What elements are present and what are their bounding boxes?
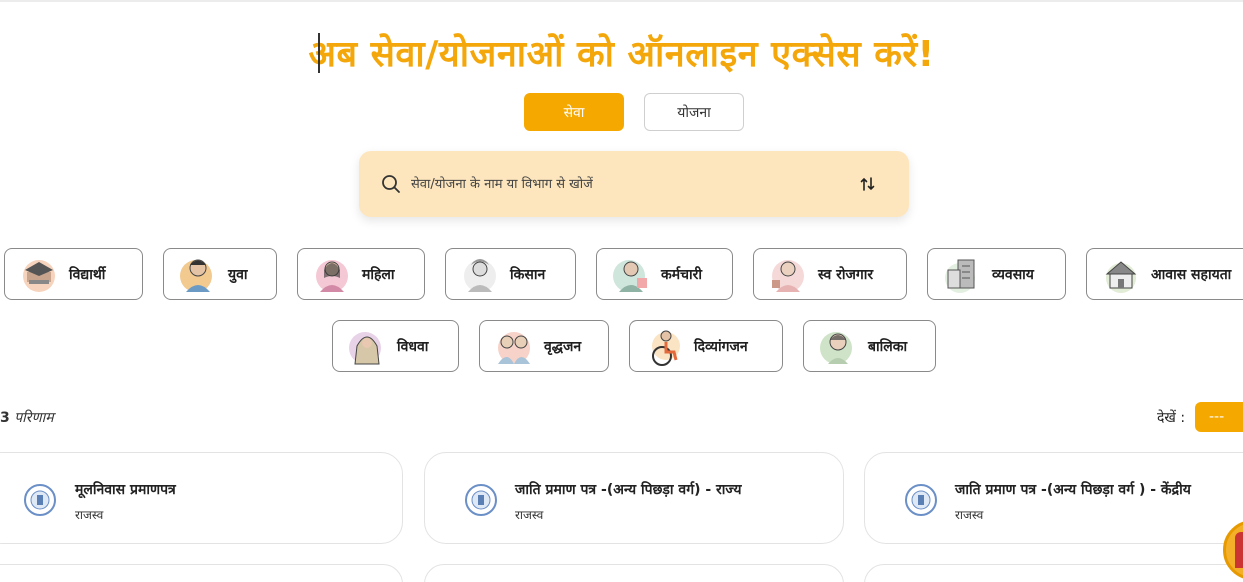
category-farmer[interactable]: किसान — [445, 248, 576, 300]
category-label: बालिका — [868, 338, 908, 355]
result-card[interactable] — [864, 564, 1243, 582]
text-caret — [318, 33, 320, 73]
result-card[interactable] — [0, 564, 403, 582]
farmer-icon — [464, 259, 496, 292]
tab-yojana[interactable]: योजना — [644, 93, 744, 131]
department-emblem-icon — [24, 484, 56, 516]
category-label: विद्यार्थी — [69, 266, 106, 283]
category-label: कर्मचारी — [661, 266, 702, 283]
category-girl-child[interactable]: बालिका — [803, 320, 936, 372]
result-card[interactable]: मूलनिवास प्रमाणपत्र राजस्व — [0, 452, 403, 544]
category-label: स्व रोजगार — [818, 266, 874, 283]
category-self-employment[interactable]: स्व रोजगार — [753, 248, 907, 300]
girl-child-icon — [820, 332, 852, 364]
category-label: आवास सहायता — [1151, 266, 1232, 283]
card-title: जाति प्रमाण पत्र -(अन्य पिछड़ा वर्ग ) - … — [955, 482, 1191, 498]
widow-icon — [349, 332, 381, 365]
card-title: जाति प्रमाण पत्र -(अन्य पिछड़ा वर्ग) - र… — [515, 482, 742, 498]
card-department: राजस्व — [955, 508, 984, 522]
category-label: वृद्धजन — [544, 338, 582, 355]
search-icon[interactable] — [381, 174, 401, 194]
results-count-number: 3 — [0, 410, 10, 426]
department-emblem-icon — [905, 484, 937, 516]
category-youth[interactable]: युवा — [163, 248, 277, 300]
chatbot-icon — [1235, 532, 1243, 568]
student-icon — [23, 260, 55, 292]
card-department: राजस्व — [75, 508, 104, 522]
category-student[interactable]: विद्यार्थी — [4, 248, 143, 300]
department-emblem-icon — [465, 484, 497, 516]
category-business[interactable]: व्यवसाय — [927, 248, 1066, 300]
result-card[interactable]: जाति प्रमाण पत्र -(अन्य पिछड़ा वर्ग) - र… — [424, 452, 844, 544]
elderly-icon — [498, 332, 530, 364]
woman-icon — [316, 260, 348, 292]
category-label: व्यवसाय — [992, 266, 1034, 283]
result-card[interactable] — [424, 564, 844, 582]
category-label: किसान — [510, 266, 546, 283]
top-divider — [0, 0, 1243, 2]
category-widow[interactable]: विधवा — [332, 320, 459, 372]
card-title: मूलनिवास प्रमाणपत्र — [75, 482, 176, 498]
result-card[interactable]: जाति प्रमाण पत्र -(अन्य पिछड़ा वर्ग ) - … — [864, 452, 1243, 544]
category-label: विधवा — [397, 338, 429, 355]
results-count-label: परिणाम — [14, 410, 54, 426]
youth-icon — [180, 259, 212, 292]
category-label: दिव्यांगजन — [694, 338, 748, 355]
page-headline: अब सेवा/योजनाओं को ऑनलाइन एक्सेस करें! — [308, 34, 935, 75]
search-bar — [359, 151, 909, 217]
self-employment-icon — [772, 260, 804, 292]
sort-icon[interactable] — [859, 175, 877, 193]
view-label: देखें : — [1157, 410, 1186, 426]
housing-icon — [1105, 261, 1137, 293]
view-toggle-button[interactable]: --- — [1195, 402, 1243, 432]
business-icon — [945, 259, 975, 293]
results-count: 3 परिणाम — [0, 408, 54, 427]
search-input[interactable] — [411, 171, 831, 197]
category-label: युवा — [228, 266, 248, 283]
category-disabled[interactable]: दिव्यांगजन — [629, 320, 783, 372]
category-housing[interactable]: आवास सहायता — [1086, 248, 1243, 300]
card-department: राजस्व — [515, 508, 544, 522]
category-employee[interactable]: कर्मचारी — [596, 248, 733, 300]
category-woman[interactable]: महिला — [297, 248, 425, 300]
disabled-icon — [652, 330, 680, 366]
category-label: महिला — [362, 266, 395, 283]
employee-icon — [613, 260, 647, 292]
tab-seva[interactable]: सेवा — [524, 93, 624, 131]
category-elderly[interactable]: वृद्धजन — [479, 320, 609, 372]
